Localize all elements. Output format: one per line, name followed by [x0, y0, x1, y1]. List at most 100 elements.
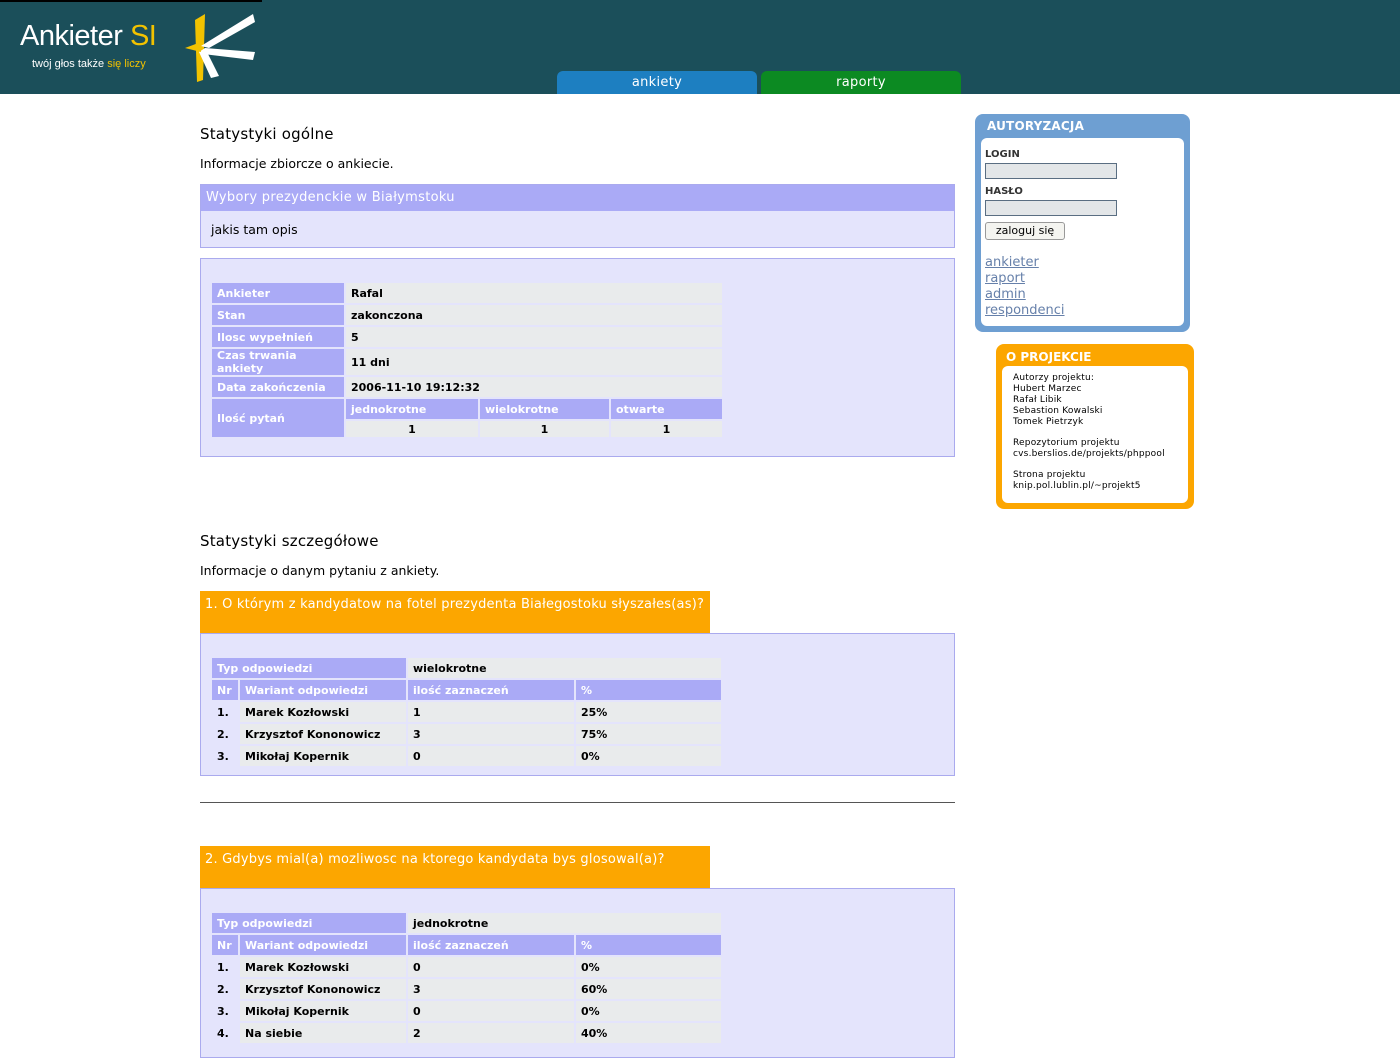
table-row: 2. Krzysztof Kononowicz 3 75% [212, 724, 721, 744]
question-panel: Typ odpowiedzi jednokrotne Nr Wariant od… [200, 888, 955, 1058]
row-label: Data zakończenia [212, 377, 344, 397]
table-row: Typ odpowiedzi jednokrotne [212, 913, 721, 933]
project-line: Repozytorium projektu [1013, 438, 1120, 448]
password-label: HASŁO [985, 186, 1023, 197]
logo-title: Ankieter SI [20, 20, 157, 52]
project-info: Autorzy projektu: Hubert Marzec Rafał Li… [1002, 366, 1188, 503]
question-title: 1. O którym z kandydatow na fotel prezyd… [200, 591, 710, 633]
answer-nr: 2. [217, 727, 229, 741]
row-value: zakonczona [346, 305, 722, 325]
answer-variant: Mikołaj Kopernik [240, 746, 406, 766]
general-stats-title: Statystyki ogólne [200, 125, 334, 143]
table-row: Ankieter Rafal [212, 283, 722, 303]
table-row: Data zakończenia 2006-11-10 19:12:32 [212, 377, 722, 397]
project-line: Autorzy projektu: [1013, 373, 1095, 383]
answer-nr: 3. [217, 749, 229, 763]
table-row: Ilość pytań jednokrotne wielokrotne otwa… [212, 399, 722, 437]
table-row: Ilosc wypełnień 5 [212, 327, 722, 347]
project-line: Sebastion Kowalski [1013, 406, 1103, 416]
answer-pct: 60% [576, 979, 721, 999]
link-raport[interactable]: raport [985, 271, 1025, 286]
auth-panel: AUTORYZACJA LOGIN HASŁO zaloguj się anki… [975, 114, 1190, 332]
table-row: Typ odpowiedzi wielokrotne [212, 658, 721, 678]
link-respondenci[interactable]: respondenci [985, 303, 1065, 318]
auth-title: AUTORYZACJA [987, 119, 1085, 133]
password-input[interactable] [985, 200, 1117, 216]
answer-variant: Krzysztof Kononowicz [240, 724, 406, 744]
answer-nr: 4. [217, 1026, 229, 1040]
logo-arrows-icon [185, 14, 255, 82]
survey-description: jakis tam opis [211, 222, 298, 237]
project-line: Tomek Pietrzyk [1013, 417, 1084, 427]
table-row: 4. Na siebie 2 40% [212, 1023, 721, 1043]
login-label: LOGIN [985, 149, 1020, 160]
table-row: 1. Marek Kozłowski 0 0% [212, 957, 721, 977]
logo[interactable]: Ankieter SI twój głos także się liczy [0, 0, 262, 94]
header-bar: Ankieter SI twój głos także się liczy an… [0, 0, 1400, 94]
table-row: 2. Krzysztof Kononowicz 3 60% [212, 979, 721, 999]
divider [200, 802, 955, 803]
login-button[interactable]: zaloguj się [985, 222, 1065, 240]
row-label: Stan [212, 305, 344, 325]
answer-type-value: wielokrotne [408, 658, 721, 678]
project-line: Strona projektu [1013, 470, 1086, 480]
question-type-header: wielokrotne [480, 399, 609, 419]
answer-variant: Marek Kozłowski [240, 957, 406, 977]
row-value: 5 [346, 327, 722, 347]
answer-count: 3 [408, 724, 574, 744]
question-type-header: otwarte [611, 399, 722, 419]
answer-pct: 40% [576, 1023, 721, 1043]
table-row: Stan zakonczona [212, 305, 722, 325]
question-answers-table: Typ odpowiedzi jednokrotne Nr Wariant od… [210, 911, 723, 1045]
tab-raporty[interactable]: raporty [761, 71, 961, 94]
auth-form: LOGIN HASŁO zaloguj się ankieter raport … [981, 138, 1184, 326]
project-line: Rafał Libik [1013, 395, 1062, 405]
question-type-header: jednokrotne [346, 399, 478, 419]
col-count-header: ilość zaznaczeń [408, 935, 574, 955]
general-stats-intro: Informacje zbiorcze o ankiecie. [200, 156, 394, 171]
project-line: Hubert Marzec [1013, 384, 1082, 394]
table-header-row: Nr Wariant odpowiedzi ilość zaznaczeń % [212, 680, 721, 700]
login-input[interactable] [985, 163, 1117, 179]
project-line: cvs.berslios.de/projekts/phppool [1013, 449, 1165, 459]
answer-pct: 0% [576, 957, 721, 977]
tab-ankiety[interactable]: ankiety [557, 71, 757, 94]
answer-count: 1 [408, 702, 574, 722]
col-variant-header: Wariant odpowiedzi [240, 935, 406, 955]
answer-variant: Marek Kozłowski [240, 702, 406, 722]
question-type-count: 1 [611, 421, 722, 437]
link-ankieter[interactable]: ankieter [985, 255, 1039, 270]
answer-pct: 25% [576, 702, 721, 722]
answer-pct: 0% [576, 1001, 721, 1021]
answer-nr: 1. [217, 705, 229, 719]
general-stats-panel: Ankieter Rafal Stan zakonczona Ilosc wyp… [200, 258, 955, 457]
answer-type-label: Typ odpowiedzi [212, 658, 406, 678]
answer-pct: 75% [576, 724, 721, 744]
question-type-count: 1 [480, 421, 609, 437]
table-row: Czas trwania ankiety 11 dni [212, 349, 722, 375]
row-value: 11 dni [346, 349, 722, 375]
project-panel: O PROJEKCIE Autorzy projektu: Hubert Mar… [996, 344, 1194, 509]
project-line: knip.pol.lublin.pl/~projekt5 [1013, 481, 1141, 491]
col-pct-header: % [576, 680, 721, 700]
answer-nr: 1. [217, 960, 229, 974]
question-type-count: 1 [346, 421, 478, 437]
project-title: O PROJEKCIE [1006, 350, 1092, 364]
question-answers-table: Typ odpowiedzi wielokrotne Nr Wariant od… [210, 656, 723, 768]
detailed-stats-intro: Informacje o danym pytaniu z ankiety. [200, 563, 440, 578]
link-admin[interactable]: admin [985, 287, 1026, 302]
col-nr-header: Nr [212, 680, 238, 700]
answer-count: 2 [408, 1023, 574, 1043]
general-stats-table: Ankieter Rafal Stan zakonczona Ilosc wyp… [210, 281, 724, 439]
question-panel: Typ odpowiedzi wielokrotne Nr Wariant od… [200, 633, 955, 776]
answer-variant: Krzysztof Kononowicz [240, 979, 406, 999]
row-label: Ilosc wypełnień [212, 327, 344, 347]
survey-info: Wybory prezydenckie w Białymstoku jakis … [200, 184, 955, 248]
col-count-header: ilość zaznaczeń [408, 680, 574, 700]
answer-count: 3 [408, 979, 574, 999]
answer-pct: 0% [576, 746, 721, 766]
answer-type-label: Typ odpowiedzi [212, 913, 406, 933]
table-row: 1. Marek Kozłowski 1 25% [212, 702, 721, 722]
detailed-stats-title: Statystyki szczegółowe [200, 532, 379, 550]
table-row: 3. Mikołaj Kopernik 0 0% [212, 1001, 721, 1021]
